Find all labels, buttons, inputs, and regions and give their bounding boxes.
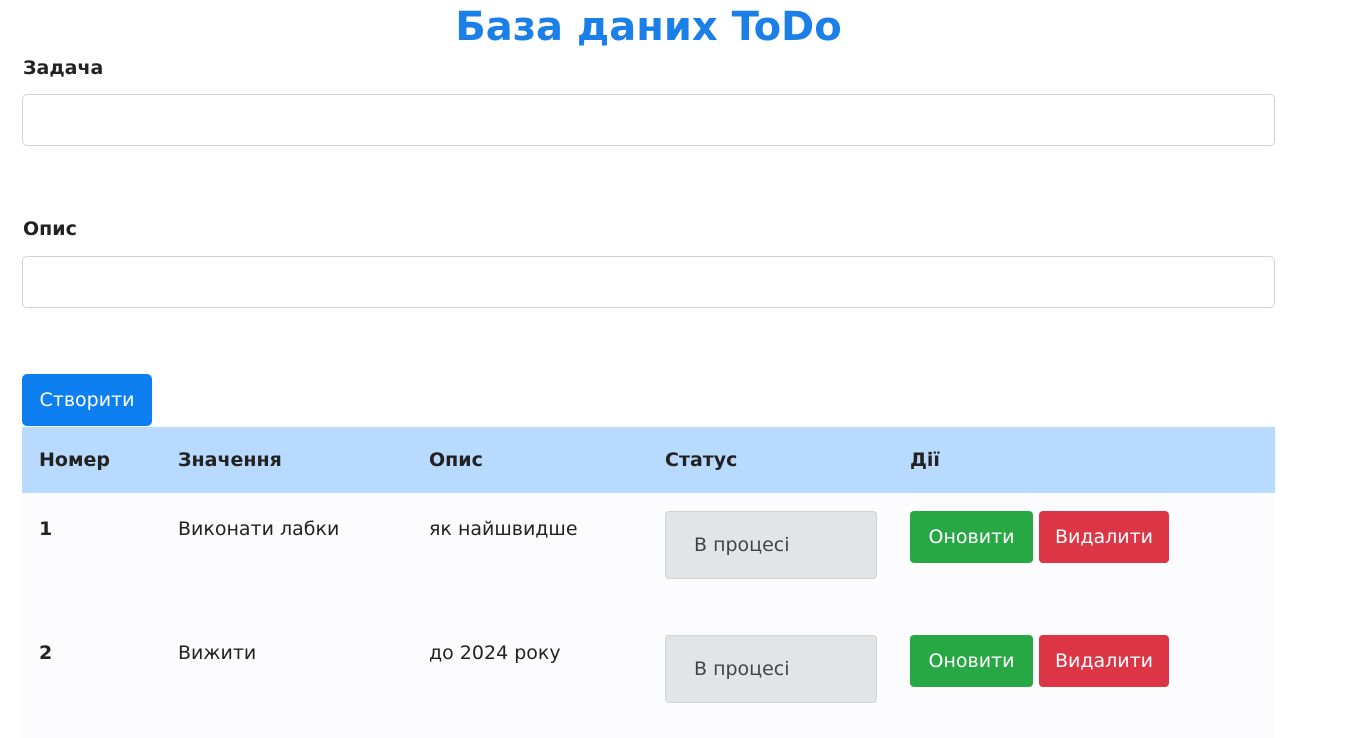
column-header-description: Опис bbox=[429, 449, 483, 471]
status-select[interactable]: В процесі bbox=[665, 511, 877, 579]
table-row: 1 Виконати лабки як найшвидше В процесі … bbox=[22, 493, 1275, 617]
create-button[interactable]: Створити bbox=[22, 374, 152, 426]
page: База даних ToDo Задача Опис Створити Ном… bbox=[0, 0, 1352, 738]
task-input[interactable] bbox=[22, 94, 1275, 146]
task-label: Задача bbox=[23, 57, 104, 79]
delete-button[interactable]: Видалити bbox=[1039, 635, 1169, 687]
row-value: Виконати лабки bbox=[178, 518, 340, 540]
row-description: до 2024 року bbox=[429, 642, 561, 664]
row-number: 2 bbox=[39, 642, 53, 664]
page-title: База даних ToDo bbox=[455, 4, 842, 50]
update-button[interactable]: Оновити bbox=[910, 635, 1033, 687]
update-button[interactable]: Оновити bbox=[910, 511, 1033, 563]
column-header-actions: Дії bbox=[910, 449, 940, 471]
column-header-value: Значення bbox=[178, 449, 282, 471]
delete-button[interactable]: Видалити bbox=[1039, 511, 1169, 563]
todo-table: Номер Значення Опис Статус Дії 1 Виконат… bbox=[22, 427, 1275, 738]
row-value: Вижити bbox=[178, 642, 257, 664]
status-select[interactable]: В процесі bbox=[665, 635, 877, 703]
column-header-number: Номер bbox=[39, 449, 110, 471]
column-header-status: Статус bbox=[665, 449, 738, 471]
table-header: Номер Значення Опис Статус Дії bbox=[22, 427, 1275, 493]
description-input[interactable] bbox=[22, 256, 1275, 308]
row-number: 1 bbox=[39, 518, 53, 540]
table-row: 2 Вижити до 2024 року В процесі Оновити … bbox=[22, 617, 1275, 738]
row-description: як найшвидше bbox=[429, 518, 578, 540]
description-label: Опис bbox=[23, 218, 77, 240]
